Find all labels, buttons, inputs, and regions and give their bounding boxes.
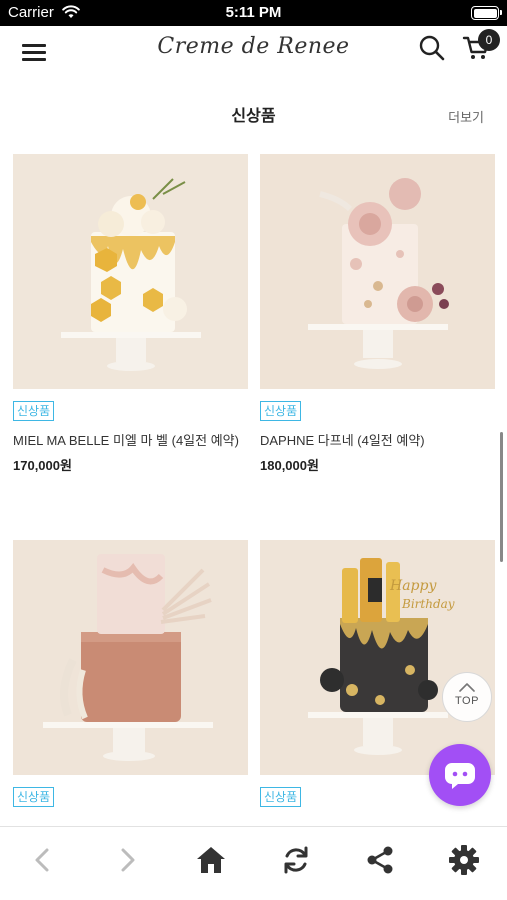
scrollbar-thumb[interactable] [500,432,503,562]
chat-bubble-icon [445,763,475,789]
chevron-right-icon [121,848,135,872]
cart-count-badge: 0 [478,29,500,51]
chevron-left-icon [35,848,49,872]
settings-button[interactable] [447,843,481,877]
chevron-up-icon [459,683,475,692]
status-bar: Carrier 5:11 PM [0,0,507,26]
product-card[interactable]: 신상품 [13,540,248,807]
share-button[interactable] [363,843,397,877]
status-time: 5:11 PM [225,4,282,21]
svg-text:Happy: Happy [389,578,437,594]
product-badge: 신상품 [260,401,302,421]
product-name[interactable]: DAPHNE 다프네 (4일전 예약) [260,430,495,452]
refresh-button[interactable] [279,843,313,877]
product-badge: 신상품 [13,401,55,421]
svg-text:Birthday: Birthday [401,597,455,611]
product-price: 180,000원 [260,458,319,473]
share-icon [367,846,393,874]
more-link[interactable]: 더보기 [448,107,484,126]
battery-icon [471,6,502,20]
product-name[interactable]: MIEL MA BELLE 미엘 마 벨 (4일전 예약) [13,430,248,452]
product-card[interactable]: 신상품 DAPHNE 다프네 (4일전 예약) 180,000원 [260,154,495,474]
gear-icon [449,845,479,875]
product-price: 170,000원 [13,458,72,473]
scroll-top-button[interactable]: TOP [442,672,492,722]
forward-button[interactable] [110,843,144,877]
home-icon [197,847,225,873]
back-button[interactable] [26,843,60,877]
product-card[interactable]: 신상품 MIEL MA BELLE 미엘 마 벨 (4일전 예약) 170,00… [13,154,248,474]
bottom-toolbar [0,826,507,900]
product-image[interactable]: Happy Birthday [260,540,495,775]
section-title: 신상품 [231,108,276,125]
product-badge: 신상품 [260,787,302,807]
product-image[interactable] [13,540,248,775]
product-image[interactable] [13,154,248,389]
scroll-top-label: TOP [455,695,479,707]
app-header: Creme de Renee [0,26,507,76]
product-badge: 신상품 [13,787,55,807]
refresh-icon [284,846,308,874]
chat-button[interactable] [429,744,491,806]
search-icon[interactable] [418,34,446,62]
home-button[interactable] [194,843,228,877]
product-image[interactable] [260,154,495,389]
